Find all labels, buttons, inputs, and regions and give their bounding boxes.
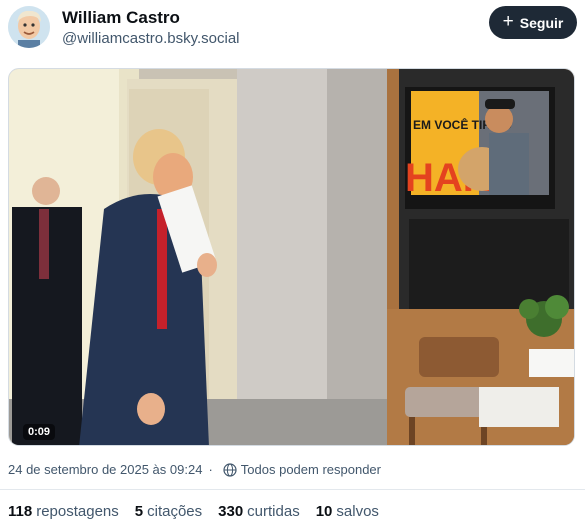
post-stats: 118 repostagens 5 citações 330 curtidas 10 s… bbox=[8, 503, 379, 520]
video-player[interactable]: EM VOCÊ TIRA O HARE 0:09 bbox=[8, 68, 575, 446]
video-frame: EM VOCÊ TIRA O HARE bbox=[9, 69, 574, 445]
meta-separator: · bbox=[208, 462, 213, 477]
follow-button[interactable]: + Seguir bbox=[489, 6, 577, 39]
plus-icon: + bbox=[502, 11, 514, 32]
post-timestamp[interactable]: 24 de setembro de 2025 às 09:24 bbox=[8, 462, 202, 477]
reply-setting[interactable]: Todos podem responder bbox=[241, 462, 381, 477]
video-duration: 0:09 bbox=[23, 424, 56, 440]
stat-count: 118 bbox=[8, 503, 33, 520]
stat-likes[interactable]: 330 curtidas bbox=[218, 503, 300, 520]
divider bbox=[0, 489, 585, 490]
author-handle[interactable]: @williamcastro.bsky.social bbox=[62, 30, 240, 47]
globe-icon bbox=[223, 462, 237, 477]
stat-count: 5 bbox=[134, 503, 144, 520]
stat-reposts[interactable]: 118 repostagens bbox=[8, 503, 119, 520]
stat-label: curtidas bbox=[247, 503, 300, 520]
follow-label: Seguir bbox=[519, 14, 564, 31]
stat-count: 10 bbox=[315, 503, 333, 520]
stat-label: repostagens bbox=[36, 503, 119, 520]
post-meta: 24 de setembro de 2025 às 09:24 · Todos … bbox=[8, 462, 381, 477]
post-header: William Castro @williamcastro.bsky.socia… bbox=[0, 0, 585, 56]
stat-label: citações bbox=[147, 503, 203, 520]
author-name[interactable]: William Castro bbox=[62, 8, 180, 28]
stat-quotes[interactable]: 5 citações bbox=[135, 503, 202, 520]
author-avatar[interactable] bbox=[8, 6, 50, 48]
stat-label: salvos bbox=[336, 503, 379, 520]
stat-count: 330 bbox=[218, 503, 244, 520]
stat-saves[interactable]: 10 salvos bbox=[316, 503, 379, 520]
